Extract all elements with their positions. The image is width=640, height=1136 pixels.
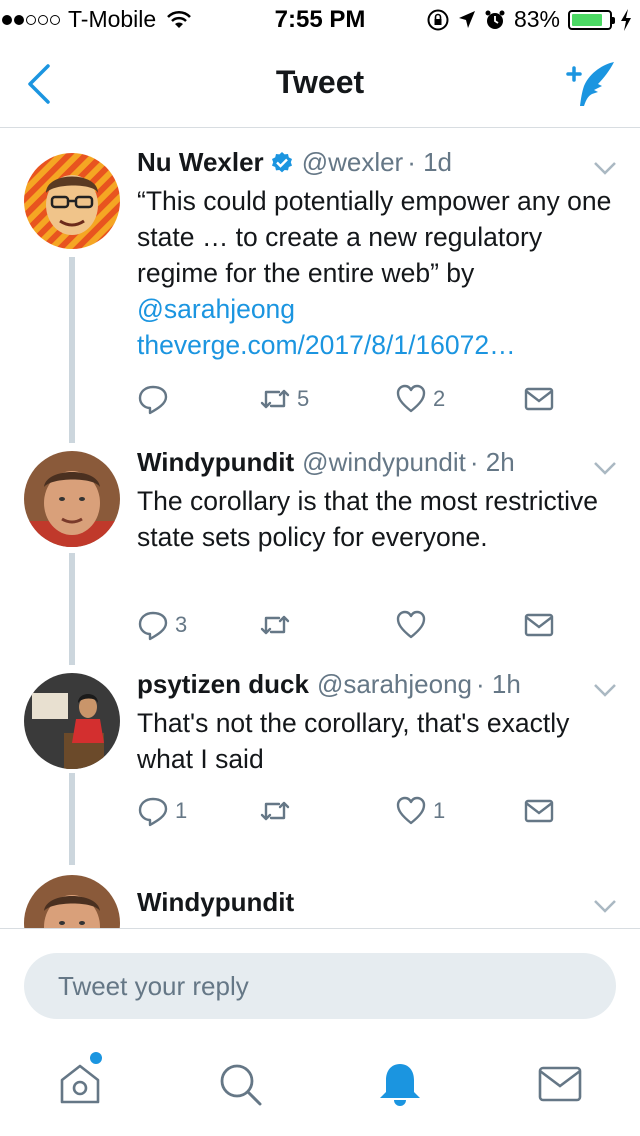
tab-bar (0, 1036, 640, 1136)
notifications-icon[interactable] (376, 1060, 424, 1108)
tweet-timestamp: · 1d (407, 147, 453, 177)
author-name[interactable]: Windypundit (137, 887, 294, 918)
retweet-icon (260, 389, 290, 409)
like-count: 1 (433, 798, 446, 823)
retweet-count: 5 (297, 386, 310, 411)
search-icon[interactable] (216, 1060, 264, 1108)
reply-composer (0, 928, 640, 1028)
author-name[interactable]: Windypundit (137, 447, 294, 478)
retweet-icon (260, 801, 290, 821)
author-handle[interactable]: @wexler (302, 147, 404, 178)
reply-icon (138, 797, 168, 827)
compose-tweet-icon[interactable] (564, 60, 618, 110)
tweet-actions: 3 (137, 609, 557, 645)
heart-icon (396, 796, 426, 825)
retweet-button[interactable]: 5 (259, 383, 309, 415)
tweet-timestamp: · 1h (476, 669, 521, 699)
tweet-thread: Nu Wexler @wexler · 1d “This could poten… (0, 129, 640, 928)
battery-percent: 83% (513, 6, 560, 32)
like-count: 2 (433, 386, 446, 411)
tweet[interactable]: Windypundit @windypundit · 2h The coroll… (0, 439, 640, 663)
avatar[interactable] (24, 673, 120, 769)
reply-count: 1 (175, 798, 188, 823)
envelope-icon (524, 613, 554, 637)
direct-message-button[interactable] (523, 609, 555, 641)
page-title: Tweet (275, 64, 365, 100)
author-name[interactable]: Nu Wexler (137, 147, 264, 178)
tweet-timestamp: · 2h (469, 447, 515, 477)
location-icon (458, 10, 475, 28)
like-button[interactable] (395, 609, 427, 641)
chevron-down-icon[interactable] (592, 159, 618, 177)
retweet-button[interactable] (259, 795, 291, 827)
status-bar: T-Mobile 7:55 PM 83% (0, 0, 640, 40)
home-icon[interactable] (56, 1060, 104, 1108)
new-content-indicator (90, 1052, 102, 1064)
navigation-bar: Tweet (0, 40, 640, 128)
avatar[interactable] (24, 451, 120, 547)
chevron-down-icon[interactable] (592, 681, 618, 699)
chevron-down-icon[interactable] (592, 459, 618, 477)
messages-icon[interactable] (536, 1060, 584, 1108)
avatar[interactable] (24, 153, 120, 249)
mention-link[interactable]: @sarahjeong (137, 294, 295, 324)
reply-button[interactable]: 3 (137, 609, 187, 641)
reply-button[interactable] (137, 383, 175, 415)
charging-icon (621, 8, 631, 31)
heart-icon (396, 384, 426, 413)
battery-icon (568, 9, 615, 30)
tweet[interactable]: Nu Wexler @wexler · 1d “This could poten… (0, 129, 640, 439)
reply-icon (138, 611, 168, 641)
tweet-text: The corollary is that the most restricti… (137, 486, 598, 552)
url-link[interactable]: theverge.com/2017/8/1/16072… (137, 330, 516, 360)
direct-message-button[interactable] (523, 795, 555, 827)
like-button[interactable]: 2 (395, 383, 445, 415)
verified-badge-icon (271, 151, 292, 172)
author-handle[interactable]: @windypundit (302, 447, 466, 478)
tweet[interactable]: Windypundit (0, 873, 640, 928)
heart-icon (396, 610, 426, 639)
author-handle[interactable]: @sarahjeong (317, 669, 472, 700)
retweet-icon (260, 615, 290, 635)
avatar[interactable] (24, 875, 120, 928)
like-button[interactable]: 1 (395, 795, 445, 827)
reply-button[interactable]: 1 (137, 795, 187, 827)
alarm-icon (485, 10, 505, 29)
retweet-button[interactable] (259, 609, 291, 641)
envelope-icon (524, 387, 554, 411)
reply-count: 3 (175, 612, 188, 637)
tweet-actions: 1 1 (137, 795, 557, 831)
reply-input[interactable] (24, 953, 616, 1019)
tweet-actions: 5 2 (137, 383, 557, 419)
reply-icon (138, 385, 168, 415)
tweet-text: “This could potentially empower any one … (137, 183, 622, 363)
envelope-icon (524, 799, 554, 823)
tweet-text: That's not the corollary, that's exactly… (137, 708, 570, 774)
chevron-down-icon[interactable] (592, 897, 618, 915)
tweet-body: “This could potentially empower any one … (137, 186, 612, 288)
rotation-lock-icon (427, 9, 449, 30)
author-name[interactable]: psytizen duck (137, 669, 309, 700)
tweet[interactable]: psytizen duck @sarahjeong · 1h That's no… (0, 663, 640, 873)
direct-message-button[interactable] (523, 383, 555, 415)
